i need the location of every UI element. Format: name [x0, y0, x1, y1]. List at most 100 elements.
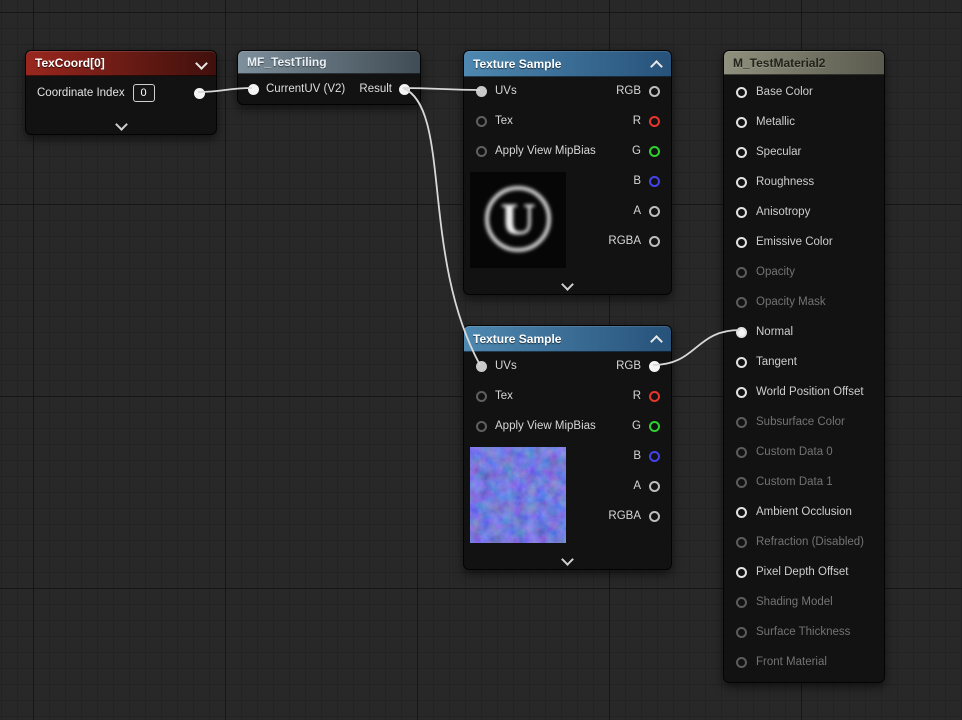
coordinate-index-input[interactable]: 0	[133, 84, 155, 102]
mipbias-label: Apply View MipBias	[495, 145, 596, 157]
material-row-shading-model: Shading Model	[724, 587, 884, 617]
node-mf-title: MF_TestTiling	[247, 55, 327, 69]
uvs-label: UVs	[495, 85, 517, 97]
pin-label: Refraction (Disabled)	[756, 536, 864, 548]
tangent-pin[interactable]	[736, 357, 747, 368]
rgb-label: RGB	[616, 85, 641, 97]
material-row-world-position-offset: World Position Offset	[724, 377, 884, 407]
pin-label: Shading Model	[756, 596, 833, 608]
normal-pin[interactable]	[736, 327, 747, 338]
rgb-output-pin[interactable]	[649, 86, 660, 97]
texcoord-param-label: Coordinate Index	[37, 87, 125, 99]
ts2-input-uvs: UVs	[464, 351, 596, 381]
pixel-depth-offset-pin[interactable]	[736, 567, 747, 578]
mipbias-input-pin[interactable]	[476, 146, 487, 157]
material-graph-canvas[interactable]: TexCoord[0] Coordinate Index 0 MF_TestTi…	[0, 0, 962, 720]
chevron-up-icon[interactable]	[650, 335, 663, 348]
ts2-output-r: R	[608, 381, 671, 411]
material-row-anisotropy: Anisotropy	[724, 197, 884, 227]
custom-data-0-pin	[736, 447, 747, 458]
rgba-output-pin[interactable]	[649, 236, 660, 247]
tex-input-pin[interactable]	[476, 391, 487, 402]
node-material-header[interactable]: M_TestMaterial2	[724, 51, 884, 75]
rgba-label: RGBA	[608, 510, 641, 522]
material-row-emissive-color: Emissive Color	[724, 227, 884, 257]
node-mf-header[interactable]: MF_TestTiling	[238, 51, 420, 74]
rgba-label: RGBA	[608, 235, 641, 247]
pin-label: Custom Data 0	[756, 446, 833, 458]
ts2-texture-preview	[470, 447, 566, 543]
node-ts1-header[interactable]: Texture Sample	[464, 51, 671, 77]
node-ts2-header[interactable]: Texture Sample	[464, 326, 671, 352]
ts2-output-b: B	[608, 441, 671, 471]
ts2-output-rgba: RGBA	[608, 501, 671, 531]
world-position-offset-pin[interactable]	[736, 387, 747, 398]
a-label: A	[633, 205, 641, 217]
ts1-expander[interactable]	[464, 280, 671, 289]
node-texcoord[interactable]: TexCoord[0] Coordinate Index 0	[25, 50, 217, 135]
tex-label: Tex	[495, 115, 513, 127]
b-label: B	[633, 450, 641, 462]
ts2-expander[interactable]	[464, 555, 671, 564]
anisotropy-pin[interactable]	[736, 207, 747, 218]
b-label: B	[633, 175, 641, 187]
uvs-input-pin[interactable]	[476, 86, 487, 97]
mf-input-label: CurrentUV (V2)	[266, 83, 345, 95]
base-color-pin[interactable]	[736, 87, 747, 98]
node-texture-sample-2[interactable]: Texture Sample UVs Tex Apply View MipBia…	[463, 325, 672, 570]
material-row-custom-data-0: Custom Data 0	[724, 437, 884, 467]
ts1-output-rgb: RGB	[608, 76, 671, 106]
r-output-pin[interactable]	[649, 116, 660, 127]
chevron-down-icon[interactable]	[195, 57, 208, 70]
texcoord-output-pin[interactable]	[194, 88, 205, 99]
a-output-pin[interactable]	[649, 206, 660, 217]
ts1-input-uvs: UVs	[464, 76, 596, 106]
mf-currentuv-input-pin[interactable]	[248, 84, 259, 95]
tex-input-pin[interactable]	[476, 116, 487, 127]
opacity-pin	[736, 267, 747, 278]
unreal-logo-icon: U	[470, 172, 566, 268]
surface-thickness-pin	[736, 627, 747, 638]
mf-result-output-pin[interactable]	[399, 84, 410, 95]
material-row-metallic: Metallic	[724, 107, 884, 137]
b-output-pin[interactable]	[649, 451, 660, 462]
material-row-custom-data-1: Custom Data 1	[724, 467, 884, 497]
ts1-output-a: A	[608, 196, 671, 226]
g-output-pin[interactable]	[649, 421, 660, 432]
node-mf-testtiling[interactable]: MF_TestTiling CurrentUV (V2) Result	[237, 50, 421, 105]
b-output-pin[interactable]	[649, 176, 660, 187]
g-label: G	[632, 145, 641, 157]
rgba-output-pin[interactable]	[649, 511, 660, 522]
pin-label: Anisotropy	[756, 206, 810, 218]
specular-pin[interactable]	[736, 147, 747, 158]
ts1-input-mipbias: Apply View MipBias	[464, 136, 596, 166]
pin-label: Custom Data 1	[756, 476, 833, 488]
pin-label: Normal	[756, 326, 793, 338]
node-material-result[interactable]: M_TestMaterial2 Base Color Metallic Spec…	[723, 50, 885, 683]
node-texcoord-header[interactable]: TexCoord[0]	[26, 51, 216, 76]
g-output-pin[interactable]	[649, 146, 660, 157]
r-output-pin[interactable]	[649, 391, 660, 402]
a-output-pin[interactable]	[649, 481, 660, 492]
chevron-up-icon[interactable]	[650, 60, 663, 73]
texcoord-expander[interactable]	[26, 120, 216, 129]
ts1-texture-preview: U	[470, 172, 566, 268]
texcoord-param-row: Coordinate Index 0	[26, 81, 216, 105]
uvs-input-pin[interactable]	[476, 361, 487, 372]
roughness-pin[interactable]	[736, 177, 747, 188]
ambient-occlusion-pin[interactable]	[736, 507, 747, 518]
emissive-color-pin[interactable]	[736, 237, 747, 248]
ts2-output-rgb: RGB	[608, 351, 671, 381]
material-pin-list: Base Color Metallic Specular Roughness A…	[724, 75, 884, 677]
rgb-output-pin[interactable]	[649, 361, 660, 372]
metallic-pin[interactable]	[736, 117, 747, 128]
ts1-inputs: UVs Tex Apply View MipBias	[464, 76, 596, 166]
pin-label: Emissive Color	[756, 236, 833, 248]
mipbias-input-pin[interactable]	[476, 421, 487, 432]
ts1-input-tex: Tex	[464, 106, 596, 136]
ts1-output-g: G	[608, 136, 671, 166]
r-label: R	[633, 115, 641, 127]
shading-model-pin	[736, 597, 747, 608]
node-texture-sample-1[interactable]: Texture Sample UVs Tex Apply View MipBia…	[463, 50, 672, 295]
ts1-outputs: RGB R G B A RGBA	[608, 76, 671, 256]
